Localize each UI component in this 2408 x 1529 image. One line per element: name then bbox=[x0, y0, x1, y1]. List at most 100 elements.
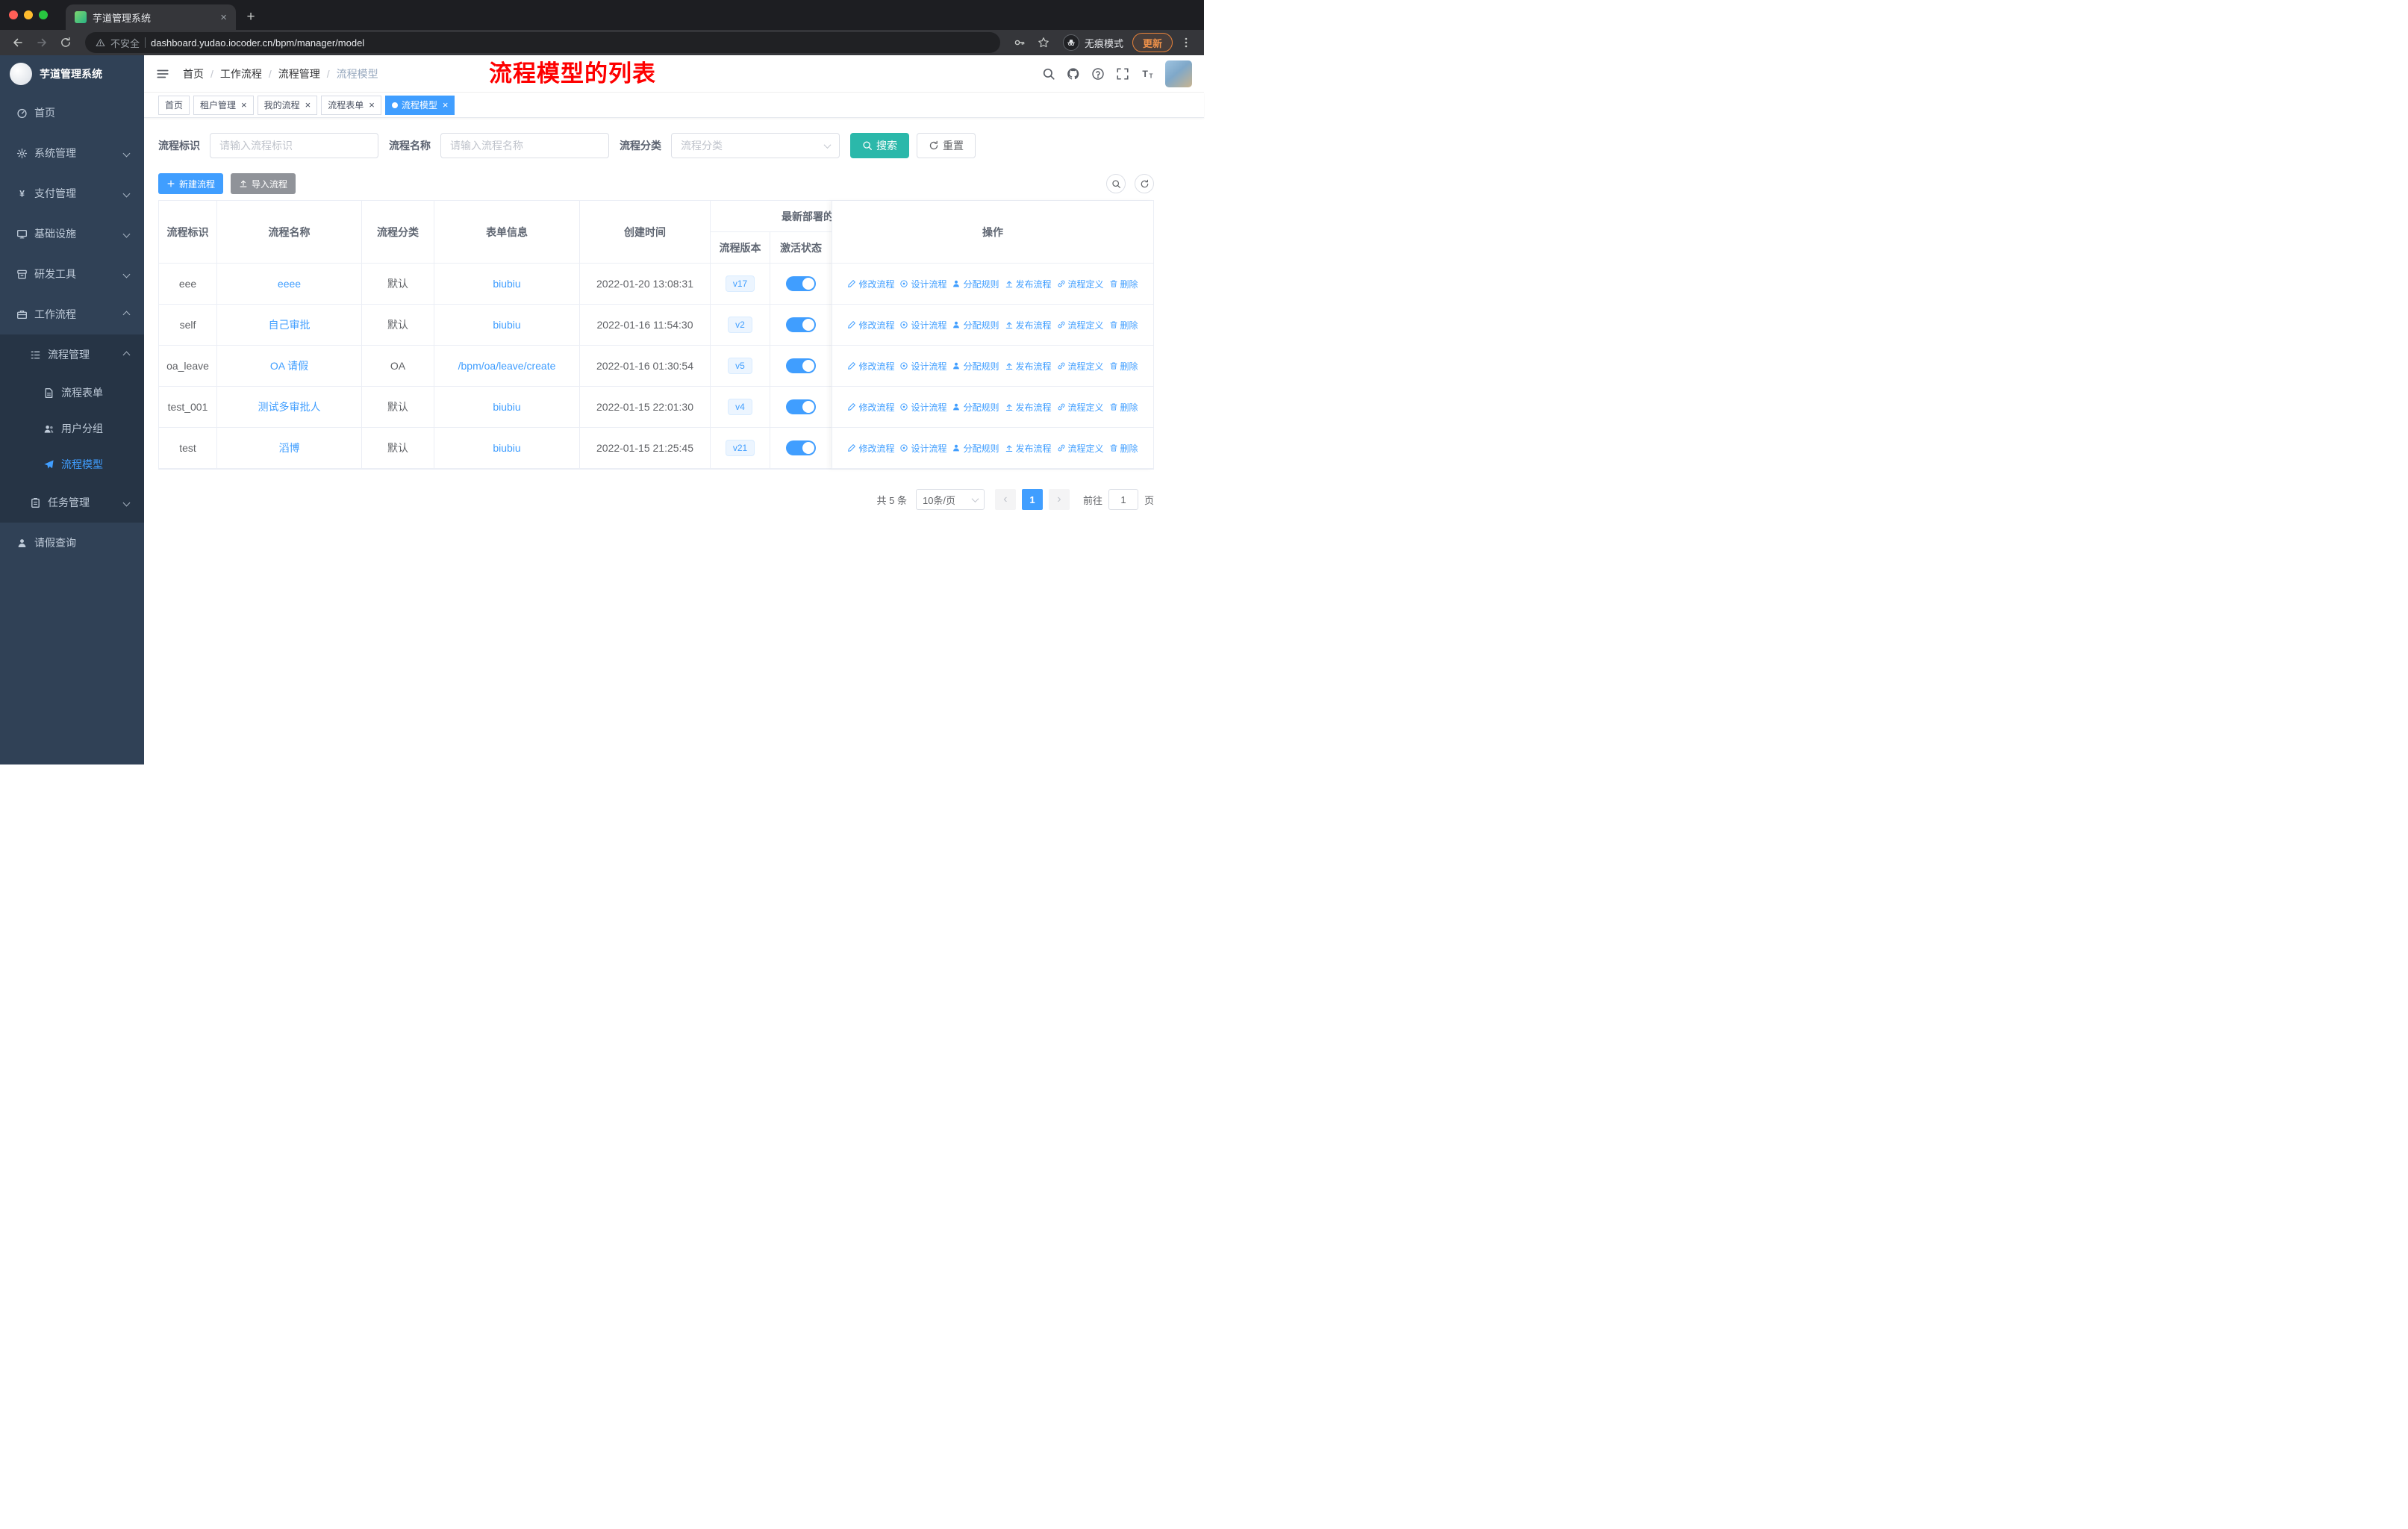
definition-action-link[interactable]: 流程定义 bbox=[1057, 319, 1104, 331]
modify-action-link[interactable]: 修改流程 bbox=[847, 360, 894, 373]
active-toggle[interactable] bbox=[786, 317, 816, 332]
sidebar-item[interactable]: 请假查询 bbox=[0, 523, 144, 563]
active-toggle[interactable] bbox=[786, 440, 816, 455]
hamburger-icon[interactable] bbox=[144, 67, 175, 81]
sidebar-item[interactable]: 工作流程 bbox=[0, 294, 144, 334]
process-name-input[interactable] bbox=[440, 133, 609, 158]
delete-action-link[interactable]: 删除 bbox=[1109, 278, 1138, 290]
design-action-link[interactable]: 设计流程 bbox=[899, 360, 946, 373]
font-size-icon[interactable] bbox=[1141, 67, 1154, 81]
version-tag[interactable]: v21 bbox=[725, 439, 755, 457]
sidebar-item[interactable]: 支付管理 bbox=[0, 173, 144, 214]
sidebar-item[interactable]: 流程模型 bbox=[0, 446, 144, 482]
help-icon[interactable] bbox=[1091, 67, 1105, 81]
search-button[interactable]: 搜索 bbox=[850, 133, 909, 158]
sidebar-item[interactable]: 流程管理 bbox=[0, 334, 144, 375]
bookmark-button[interactable] bbox=[1033, 32, 1054, 53]
active-toggle[interactable] bbox=[786, 399, 816, 414]
sidebar-item[interactable]: 任务管理 bbox=[0, 482, 144, 523]
category-select[interactable]: 流程分类 bbox=[671, 133, 840, 158]
modify-action-link[interactable]: 修改流程 bbox=[847, 401, 894, 414]
design-action-link[interactable]: 设计流程 bbox=[899, 442, 946, 455]
form-link[interactable]: biubiu bbox=[493, 442, 520, 454]
close-tag-icon[interactable]: × bbox=[369, 100, 375, 110]
definition-action-link[interactable]: 流程定义 bbox=[1057, 442, 1104, 455]
refresh-table-button[interactable] bbox=[1135, 174, 1154, 193]
version-tag[interactable]: v4 bbox=[728, 398, 752, 416]
assign-rule-action-link[interactable]: 分配规则 bbox=[952, 401, 999, 414]
close-tab-icon[interactable]: × bbox=[217, 11, 230, 24]
delete-action-link[interactable]: 删除 bbox=[1109, 360, 1138, 373]
close-tag-icon[interactable]: × bbox=[443, 100, 449, 110]
process-name-link[interactable]: eeee bbox=[278, 278, 301, 290]
zoom-window-button[interactable] bbox=[39, 10, 48, 19]
breadcrumb-item[interactable]: 流程管理 bbox=[278, 66, 320, 81]
tag-view[interactable]: 流程表单 × bbox=[321, 95, 381, 115]
publish-action-link[interactable]: 发布流程 bbox=[1005, 442, 1052, 455]
version-tag[interactable]: v2 bbox=[728, 316, 752, 334]
user-avatar[interactable] bbox=[1165, 60, 1192, 87]
header-search-icon[interactable] bbox=[1042, 67, 1055, 81]
assign-rule-action-link[interactable]: 分配规则 bbox=[952, 360, 999, 373]
publish-action-link[interactable]: 发布流程 bbox=[1005, 278, 1052, 290]
prev-page-button[interactable]: ‹ bbox=[994, 489, 1016, 510]
toggle-search-button[interactable] bbox=[1106, 174, 1126, 193]
design-action-link[interactable]: 设计流程 bbox=[899, 278, 946, 290]
goto-page-input[interactable] bbox=[1108, 489, 1138, 510]
sidebar-item[interactable]: 首页 bbox=[0, 93, 144, 133]
page-size-select[interactable]: 10条/页 bbox=[915, 489, 985, 510]
design-action-link[interactable]: 设计流程 bbox=[899, 319, 946, 331]
version-tag[interactable]: v5 bbox=[728, 357, 752, 375]
active-toggle[interactable] bbox=[786, 358, 816, 373]
definition-action-link[interactable]: 流程定义 bbox=[1057, 401, 1104, 414]
assign-rule-action-link[interactable]: 分配规则 bbox=[952, 319, 999, 331]
sidebar-item[interactable]: 基础设施 bbox=[0, 214, 144, 254]
process-name-link[interactable]: OA 请假 bbox=[270, 358, 308, 373]
definition-action-link[interactable]: 流程定义 bbox=[1057, 278, 1104, 290]
delete-action-link[interactable]: 删除 bbox=[1109, 442, 1138, 455]
sidebar-item[interactable]: 系统管理 bbox=[0, 133, 144, 173]
modify-action-link[interactable]: 修改流程 bbox=[847, 278, 894, 290]
import-process-button[interactable]: 导入流程 bbox=[231, 173, 296, 194]
process-id-input[interactable] bbox=[210, 133, 378, 158]
breadcrumb-item[interactable]: 工作流程 bbox=[220, 66, 262, 81]
github-icon[interactable] bbox=[1067, 67, 1080, 81]
password-key-button[interactable] bbox=[1009, 32, 1030, 53]
version-tag[interactable]: v17 bbox=[725, 275, 755, 293]
close-window-button[interactable] bbox=[9, 10, 18, 19]
address-bar[interactable]: 不安全 dashboard.yudao.iocoder.cn/bpm/manag… bbox=[85, 32, 1000, 53]
breadcrumb-item[interactable]: 首页 bbox=[183, 66, 204, 81]
form-link[interactable]: biubiu bbox=[493, 401, 520, 413]
sidebar-item[interactable]: 研发工具 bbox=[0, 254, 144, 294]
sidebar-item[interactable]: 流程表单 bbox=[0, 375, 144, 411]
page-1-button[interactable]: 1 bbox=[1021, 489, 1043, 510]
new-tab-button[interactable]: + bbox=[240, 7, 261, 28]
tag-view[interactable]: 我的流程 × bbox=[257, 95, 318, 115]
publish-action-link[interactable]: 发布流程 bbox=[1005, 360, 1052, 373]
tag-view[interactable]: 首页 bbox=[158, 95, 190, 115]
fullscreen-icon[interactable] bbox=[1116, 67, 1129, 81]
publish-action-link[interactable]: 发布流程 bbox=[1005, 319, 1052, 331]
close-tag-icon[interactable]: × bbox=[305, 100, 311, 110]
create-process-button[interactable]: 新建流程 bbox=[158, 173, 224, 194]
back-button[interactable] bbox=[7, 32, 28, 53]
assign-rule-action-link[interactable]: 分配规则 bbox=[952, 278, 999, 290]
delete-action-link[interactable]: 删除 bbox=[1109, 319, 1138, 331]
process-name-link[interactable]: 滔博 bbox=[279, 440, 300, 455]
delete-action-link[interactable]: 删除 bbox=[1109, 401, 1138, 414]
active-toggle[interactable] bbox=[786, 276, 816, 291]
browser-tab[interactable]: 芋道管理系统 × bbox=[66, 4, 236, 30]
forward-button[interactable] bbox=[31, 32, 52, 53]
reload-button[interactable] bbox=[55, 32, 76, 53]
next-page-button[interactable]: › bbox=[1048, 489, 1070, 510]
design-action-link[interactable]: 设计流程 bbox=[899, 401, 946, 414]
form-link[interactable]: biubiu bbox=[493, 319, 520, 331]
app-logo[interactable]: 芋道管理系统 bbox=[0, 55, 144, 93]
update-button[interactable]: 更新 bbox=[1132, 33, 1173, 52]
browser-menu-button[interactable] bbox=[1176, 32, 1197, 53]
form-link[interactable]: /bpm/oa/leave/create bbox=[458, 360, 556, 372]
form-link[interactable]: biubiu bbox=[493, 278, 520, 290]
publish-action-link[interactable]: 发布流程 bbox=[1005, 401, 1052, 414]
process-name-link[interactable]: 测试多审批人 bbox=[258, 399, 321, 414]
assign-rule-action-link[interactable]: 分配规则 bbox=[952, 442, 999, 455]
